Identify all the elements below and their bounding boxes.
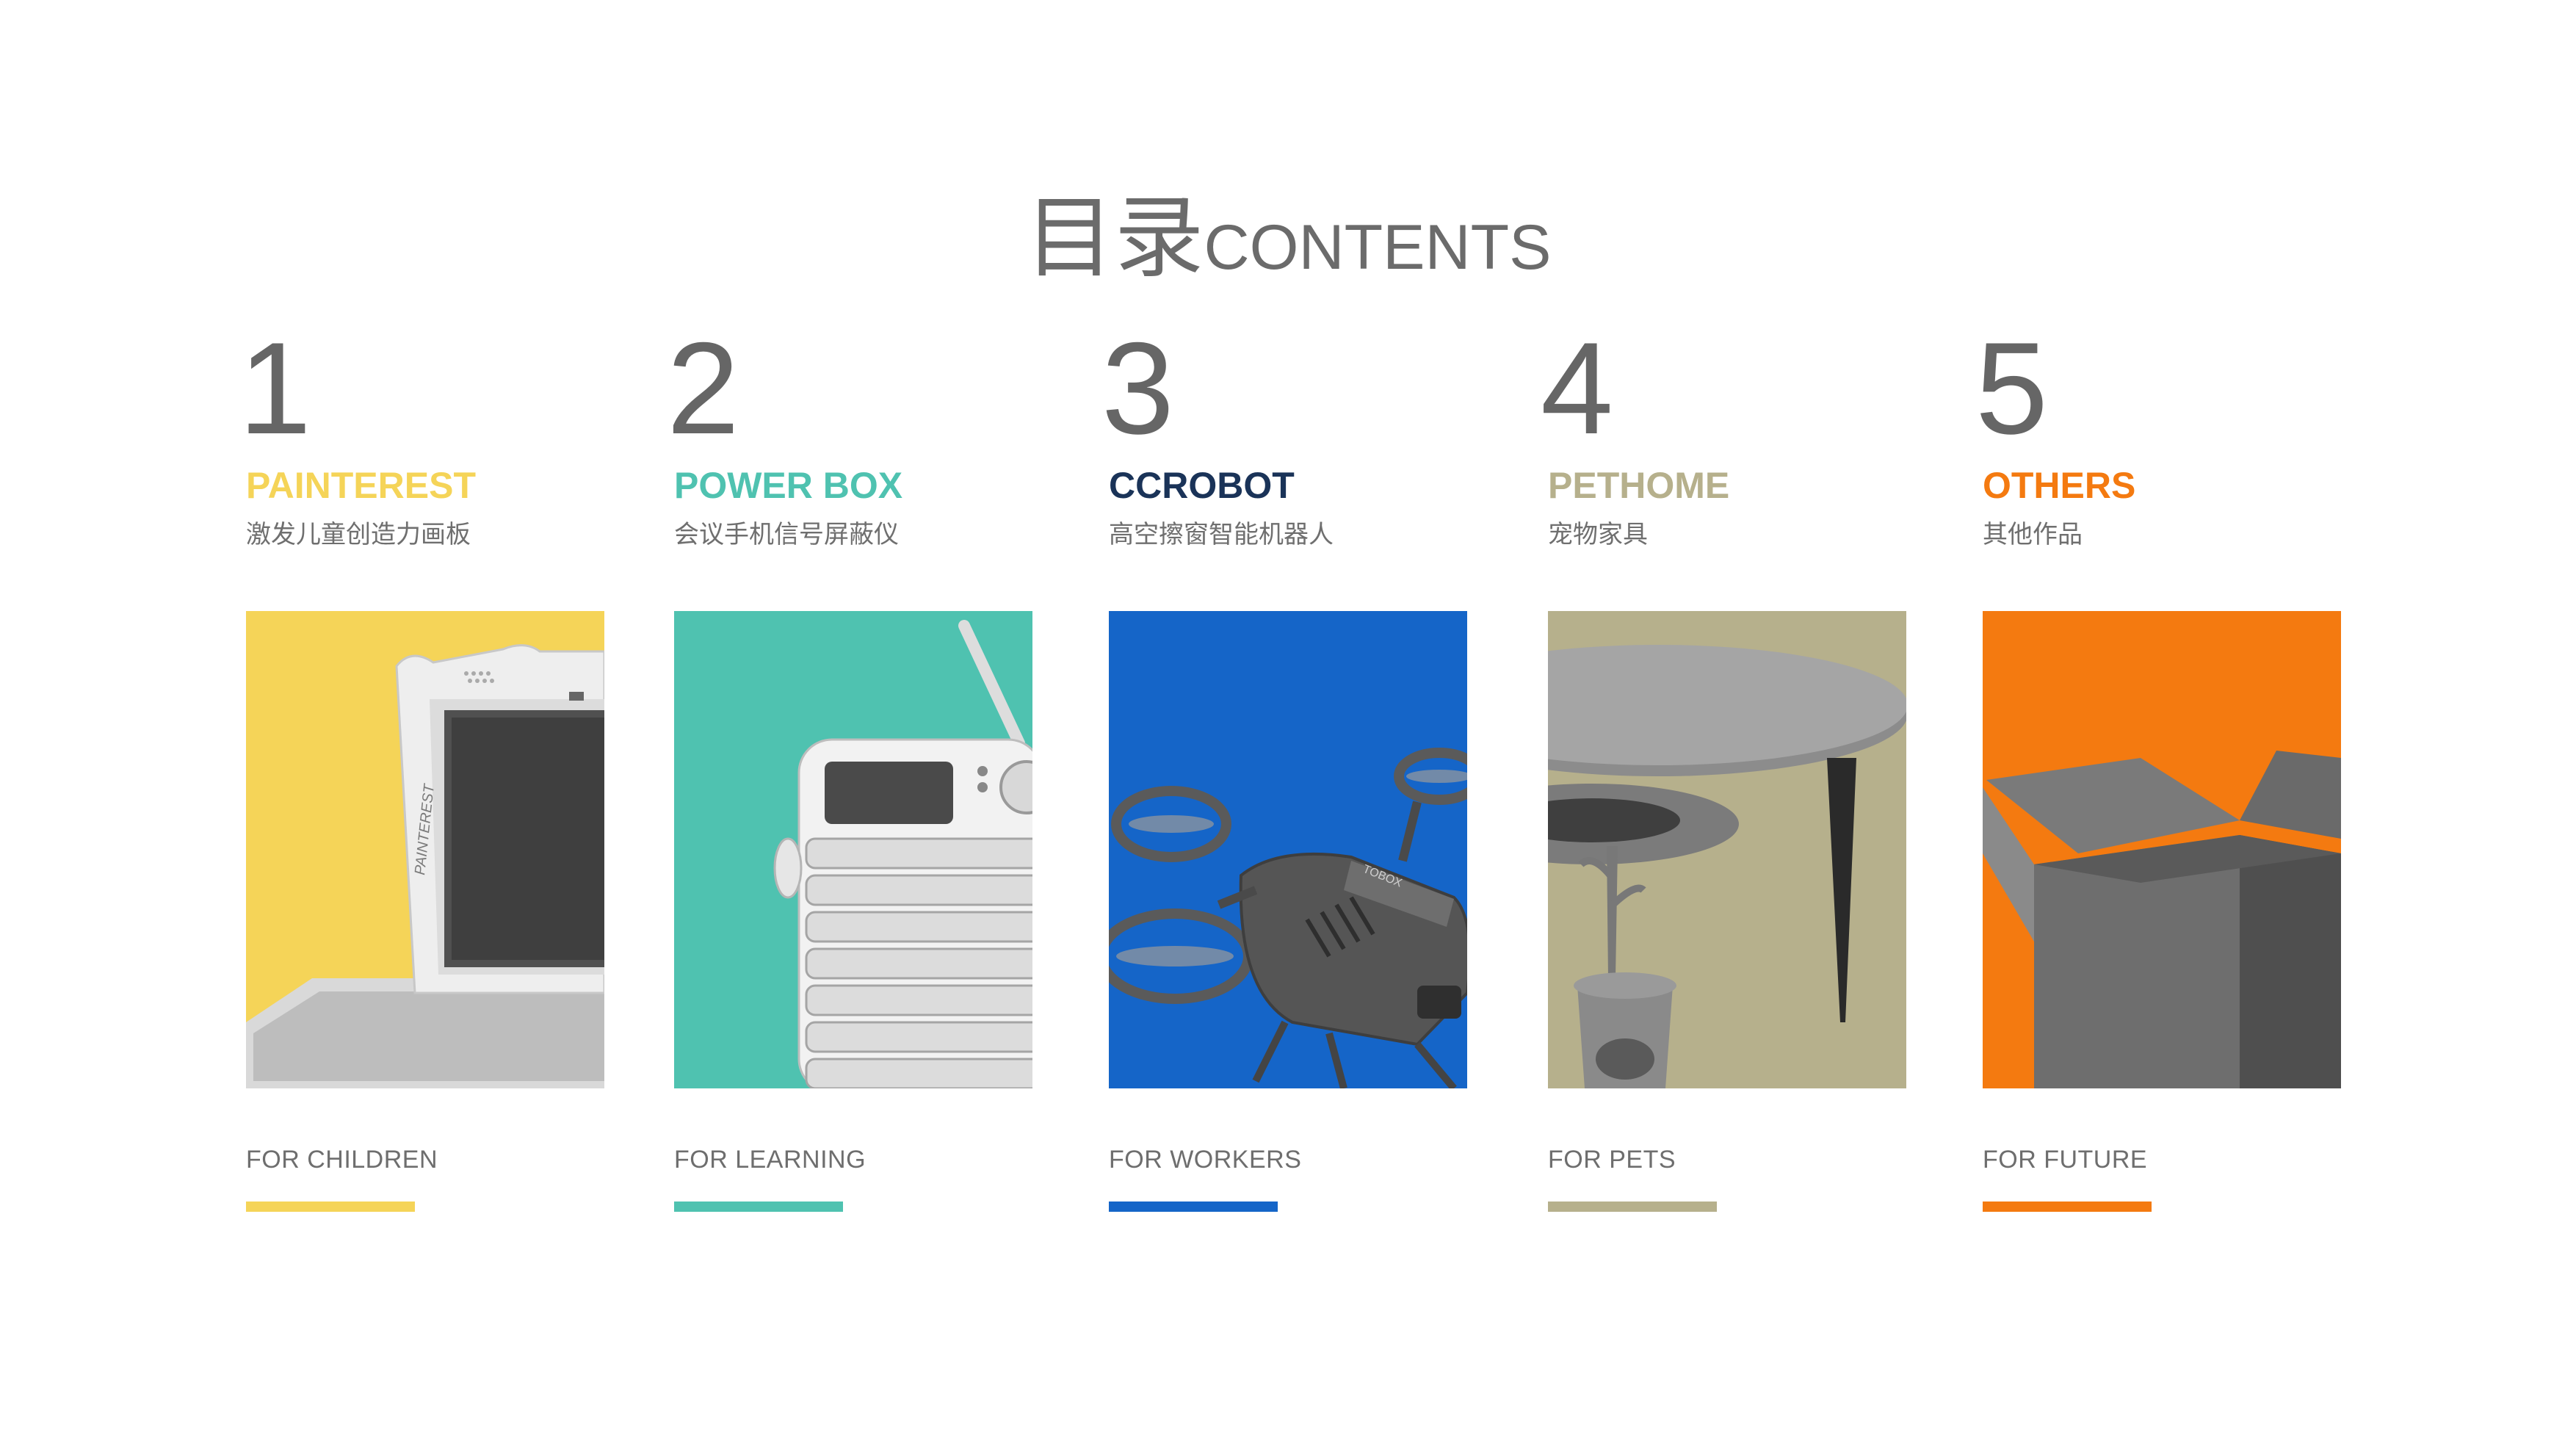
- drone-robot-image[interactable]: TOBOX: [1109, 611, 1467, 1088]
- section-subtitle: 激发儿童创造力画板: [246, 520, 471, 549]
- section-subtitle: 高空擦窗智能机器人: [1109, 520, 1334, 549]
- section-subtitle: 宠物家具: [1548, 520, 1648, 549]
- section-subtitle: 会议手机信号屏蔽仪: [674, 520, 899, 549]
- section-name[interactable]: CCROBOT: [1109, 467, 1295, 504]
- pet-table-image[interactable]: [1548, 611, 1906, 1088]
- section-footer: FOR PETS: [1548, 1146, 1676, 1174]
- section-number: 5: [1975, 315, 2048, 461]
- section-accent-bar: [1109, 1202, 1278, 1212]
- section-power-box[interactable]: 2 POWER BOX 会议手机信号屏蔽仪 FOR LEARNING: [667, 0, 1056, 1449]
- section-accent-bar: [674, 1202, 843, 1212]
- section-subtitle: 其他作品: [1983, 520, 2083, 549]
- section-footer: FOR CHILDREN: [246, 1146, 438, 1174]
- section-name[interactable]: PETHOME: [1548, 467, 1729, 504]
- section-accent-bar: [1983, 1202, 2152, 1212]
- section-pethome[interactable]: 4 PETHOME 宠物家具 FOR PETS: [1541, 0, 1930, 1449]
- drawing-tablet-image[interactable]: PAINTEREST: [246, 611, 604, 1088]
- section-accent-bar: [1548, 1202, 1717, 1212]
- section-number: 1: [239, 315, 311, 461]
- section-accent-bar: [246, 1202, 415, 1212]
- section-painterest[interactable]: 1 PAINTEREST 激发儿童创造力画板 PAINTEREST FOR CH…: [239, 0, 628, 1449]
- open-box-image[interactable]: [1983, 611, 2341, 1088]
- section-others[interactable]: 5 OTHERS 其他作品 FOR FUTURE: [1975, 0, 2365, 1449]
- section-footer: FOR WORKERS: [1109, 1146, 1302, 1174]
- signal-box-image[interactable]: [674, 611, 1032, 1088]
- section-footer: FOR LEARNING: [674, 1146, 866, 1174]
- section-number: 2: [667, 315, 739, 461]
- section-name[interactable]: OTHERS: [1983, 467, 2135, 504]
- section-number: 4: [1541, 315, 1613, 461]
- section-footer: FOR FUTURE: [1983, 1146, 2148, 1174]
- section-name[interactable]: POWER BOX: [674, 467, 902, 504]
- section-name[interactable]: PAINTEREST: [246, 467, 476, 504]
- section-ccrobot[interactable]: 3 CCROBOT 高空擦窗智能机器人 TOBOX FOR WORKERS: [1101, 0, 1491, 1449]
- section-number: 3: [1101, 315, 1174, 461]
